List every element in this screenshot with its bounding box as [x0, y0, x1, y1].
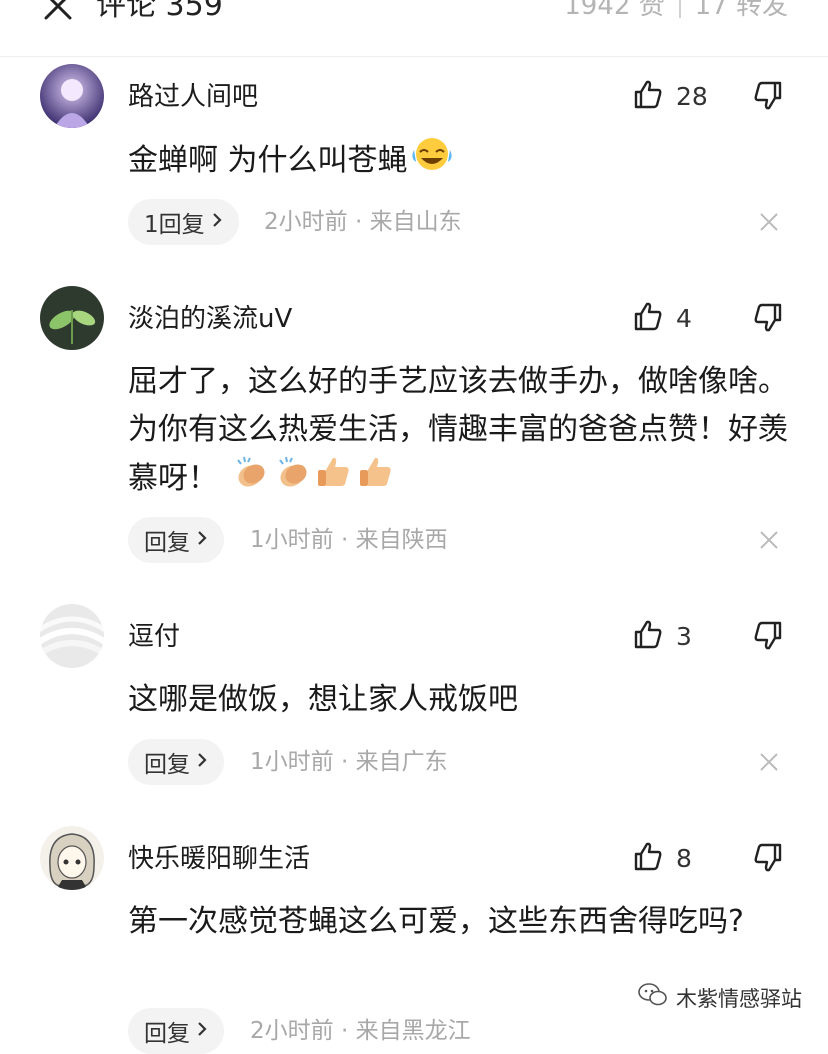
dismiss-icon[interactable] [758, 529, 780, 551]
chevron-right-icon [196, 1018, 208, 1044]
reply-button[interactable]: 回复 [128, 1008, 224, 1054]
like-button[interactable]: 28 [632, 78, 708, 114]
chevron-right-icon [196, 527, 208, 553]
username[interactable]: 路过人间吧 [128, 80, 258, 114]
dislike-button[interactable] [750, 80, 784, 116]
dislike-button[interactable] [750, 620, 784, 656]
reply-button[interactable]: 1回复 [128, 199, 239, 245]
like-count: 3 [676, 621, 692, 651]
avatar[interactable] [40, 826, 104, 890]
thumbs-up-icon [632, 300, 664, 336]
dismiss-icon[interactable] [758, 751, 780, 773]
reposts-total[interactable]: 17 转发 [695, 0, 788, 26]
username[interactable]: 快乐暖阳聊生活 [128, 842, 310, 876]
close-icon[interactable] [38, 0, 78, 26]
wechat-icon [638, 982, 668, 1013]
like-button[interactable]: 8 [632, 840, 692, 876]
like-button[interactable]: 4 [632, 300, 692, 336]
watermark-text: 木紫情感驿站 [676, 986, 802, 1011]
comment-text: 金蝉啊 为什么叫苍蝇 [128, 136, 788, 187]
clap-emoji [272, 454, 312, 505]
avatar[interactable] [40, 64, 104, 128]
username[interactable]: 逗付 [128, 620, 180, 654]
dislike-button[interactable] [750, 302, 784, 338]
comment-body: 屈才了，这么好的手艺应该去做手办，做啥像啥。为你有这么热爱生活，情趣丰富的爸爸点… [128, 364, 788, 496]
thumbs-down-icon [754, 303, 782, 332]
reply-button[interactable]: 回复 [128, 517, 224, 563]
like-count: 28 [676, 81, 708, 111]
divider [678, 0, 681, 18]
comment-text: 屈才了，这么好的手艺应该去做手办，做啥像啥。为你有这么热爱生活，情趣丰富的爸爸点… [128, 358, 788, 505]
avatar[interactable] [40, 604, 104, 668]
comment-text: 第一次感觉苍蝇这么可爱，这些东西舍得吃吗? [128, 904, 744, 939]
likes-total: 1942 赞 [564, 0, 665, 21]
like-count: 4 [676, 303, 692, 333]
thumbs-down-icon [754, 81, 782, 110]
reply-label: 回复 [144, 1021, 190, 1047]
comment-meta: 2小时前 · 来自黑龙江 [250, 1018, 471, 1044]
like-count: 8 [676, 843, 692, 873]
thumbs-up-emoji [314, 454, 354, 505]
reply-label: 回复 [144, 530, 190, 556]
avatar[interactable] [40, 286, 104, 350]
reply-label: 1回复 [144, 212, 205, 238]
comment-meta: 2小时前 · 来自山东 [264, 209, 462, 235]
clap-emoji [230, 454, 270, 505]
thumbs-up-emoji [356, 454, 396, 505]
comment-meta: 1小时前 · 来自广东 [250, 749, 448, 775]
like-button[interactable]: 3 [632, 618, 692, 654]
chevron-right-icon [211, 209, 223, 235]
thumbs-down-icon [754, 621, 782, 650]
reply-label: 回复 [144, 752, 190, 778]
reply-button[interactable]: 回复 [128, 739, 224, 785]
dislike-button[interactable] [750, 842, 784, 878]
username[interactable]: 淡泊的溪流uV [128, 302, 292, 336]
dismiss-icon[interactable] [758, 211, 780, 233]
thumbs-up-icon [632, 840, 664, 876]
thumbs-down-icon [754, 843, 782, 872]
comment-body: 金蝉啊 为什么叫苍蝇 [128, 143, 408, 178]
thumbs-up-icon [632, 618, 664, 654]
comment-text: 这哪是做饭，想让家人戒饭吧 [128, 682, 518, 717]
chevron-right-icon [196, 749, 208, 775]
comments-header: 评论 359 1942 赞 17 转发 [0, 0, 828, 57]
thumbs-up-icon [632, 78, 664, 114]
laugh-cry-emoji [410, 136, 454, 187]
watermark: 木紫情感驿站 [638, 982, 802, 1013]
comment-meta: 1小时前 · 来自陕西 [250, 527, 448, 553]
header-stats: 1942 赞 17 转发 [564, 0, 788, 26]
comments-title: 评论 359 [96, 0, 223, 23]
